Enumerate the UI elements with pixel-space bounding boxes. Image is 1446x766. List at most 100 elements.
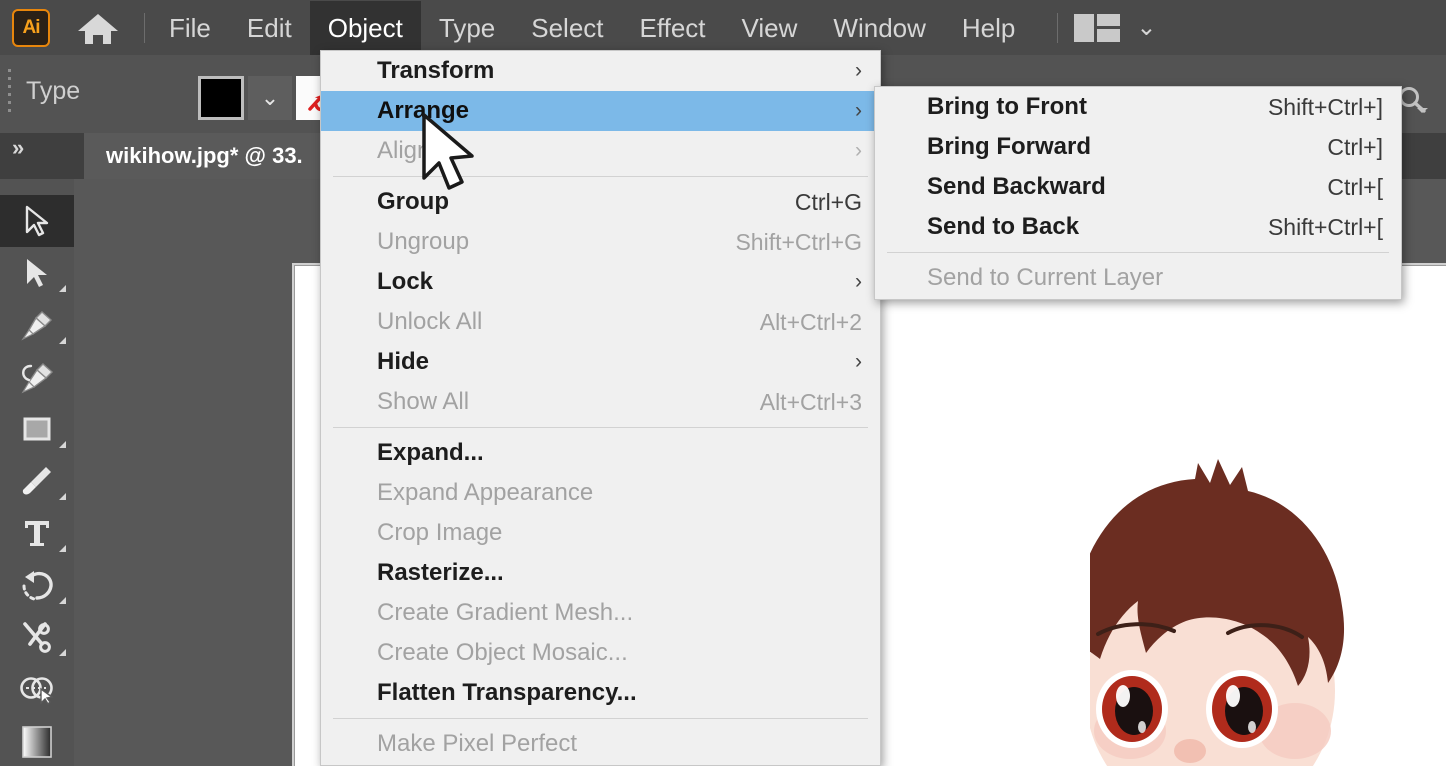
menu-item-label: Expand... <box>377 439 484 466</box>
scissors-tool[interactable] <box>0 611 74 663</box>
menu-item-lock[interactable]: Lock › <box>321 262 880 302</box>
menu-separator <box>887 252 1389 253</box>
fill-color-swatch[interactable] <box>198 76 244 120</box>
menu-item-shortcut: Alt+Ctrl+2 <box>759 308 862 335</box>
menu-item-label: Group <box>377 188 449 215</box>
chevron-down-icon[interactable]: ⌄ <box>1136 15 1156 40</box>
tool-flyout-indicator[interactable] <box>59 597 66 604</box>
curvature-tool[interactable] <box>0 351 74 403</box>
arrange-submenu[interactable]: Bring to Front Shift+Ctrl+] Bring Forwar… <box>874 86 1402 300</box>
menu-item-label: Arrange <box>377 97 470 124</box>
menu-item-unlock-all: Unlock All Alt+Ctrl+2 <box>321 302 880 342</box>
menu-item-label: Flatten Transparency... <box>377 679 637 706</box>
menu-item-label: Transform <box>377 57 495 84</box>
menu-item-label: Create Gradient Mesh... <box>377 599 634 626</box>
menu-item-transform[interactable]: Transform › <box>321 51 880 91</box>
document-tab-wikihow[interactable]: wikihow.jpg* @ 33. <box>84 133 325 179</box>
menu-item-label: Ungroup <box>377 228 470 255</box>
control-bar-label: Type <box>26 77 81 105</box>
tool-flyout-indicator[interactable] <box>59 441 66 448</box>
tools-panel <box>0 179 74 766</box>
menu-file[interactable]: File <box>151 1 229 55</box>
menu-object[interactable]: Object <box>309 0 421 55</box>
tools-panel-grip[interactable] <box>0 179 74 195</box>
menu-item-shortcut: Alt+Ctrl+3 <box>759 388 862 415</box>
gradient-tool[interactable] <box>0 715 74 766</box>
shape-builder-tool[interactable] <box>0 663 74 715</box>
menu-item-bring-to-front[interactable]: Bring to Front Shift+Ctrl+] <box>875 87 1401 127</box>
menu-item-group[interactable]: Group Ctrl+G <box>321 182 880 222</box>
menu-item-send-to-current-layer: Send to Current Layer <box>875 258 1401 298</box>
menu-item-align: Align › <box>321 131 880 171</box>
menu-item-shortcut: Ctrl+G <box>794 188 862 215</box>
menu-help[interactable]: Help <box>944 1 1033 55</box>
rotate-tool[interactable] <box>0 559 74 611</box>
tool-flyout-indicator[interactable] <box>59 337 66 344</box>
menubar-divider <box>144 12 145 43</box>
menu-item-shortcut: Ctrl+] <box>1327 133 1383 160</box>
menu-item-rasterize[interactable]: Rasterize... <box>321 553 880 593</box>
menu-item-create-gradient-mesh: Create Gradient Mesh... <box>321 593 880 633</box>
control-bar-grip[interactable] <box>8 69 11 117</box>
illustrator-window: Ai File Edit Object Type Select Effect V… <box>0 0 1446 766</box>
menu-type[interactable]: Type <box>421 1 513 55</box>
chevron-right-icon: › <box>855 139 862 162</box>
menu-item-flatten-transparency[interactable]: Flatten Transparency... <box>321 673 880 713</box>
chevron-right-icon: › <box>855 99 862 122</box>
menubar-divider-2 <box>1057 12 1059 43</box>
pen-tool[interactable] <box>0 299 74 351</box>
menu-item-send-backward[interactable]: Send Backward Ctrl+[ <box>875 167 1401 207</box>
menu-item-create-object-mosaic: Create Object Mosaic... <box>321 633 880 673</box>
menu-separator <box>333 176 868 177</box>
paintbrush-tool[interactable] <box>0 455 74 507</box>
menu-item-label: Bring to Front <box>927 93 1087 120</box>
tool-flyout-indicator[interactable] <box>59 649 66 656</box>
menu-item-bring-forward[interactable]: Bring Forward Ctrl+] <box>875 127 1401 167</box>
menu-item-show-all: Show All Alt+Ctrl+3 <box>321 382 880 422</box>
menu-item-label: Send to Current Layer <box>927 264 1164 291</box>
object-dropdown-menu[interactable]: Transform › Arrange › Align › Group Ctrl… <box>320 50 881 766</box>
menu-item-label: Make Pixel Perfect <box>377 730 578 757</box>
menu-item-label: Send Backward <box>927 173 1106 200</box>
menu-view[interactable]: View <box>724 1 816 55</box>
menu-item-expand[interactable]: Expand... <box>321 433 880 473</box>
ai-app-logo: Ai <box>12 8 50 47</box>
menu-item-label: Expand Appearance <box>377 479 594 506</box>
direct-selection-tool[interactable] <box>0 247 74 299</box>
type-tool[interactable] <box>0 507 74 559</box>
menu-item-arrange[interactable]: Arrange › <box>321 91 880 131</box>
menu-item-label: Crop Image <box>377 519 503 546</box>
menu-item-label: Show All <box>377 388 470 415</box>
menu-item-hide[interactable]: Hide › <box>321 342 880 382</box>
menu-select[interactable]: Select <box>513 1 621 55</box>
layout-panels-icon[interactable] <box>1074 13 1121 42</box>
tool-flyout-indicator[interactable] <box>59 545 66 552</box>
fill-chevron-down-icon[interactable]: ⌄ <box>248 76 292 120</box>
menu-effect[interactable]: Effect <box>622 1 724 55</box>
selection-tool[interactable] <box>0 195 74 247</box>
character-artwork <box>1090 459 1344 766</box>
menu-item-ungroup: Ungroup Shift+Ctrl+G <box>321 222 880 262</box>
tool-flyout-indicator[interactable] <box>59 493 66 500</box>
menu-separator <box>333 427 868 428</box>
menu-item-shortcut: Shift+Ctrl+] <box>1267 93 1383 120</box>
menu-bar: Ai File Edit Object Type Select Effect V… <box>0 0 1446 55</box>
menu-item-label: Create Object Mosaic... <box>377 639 628 666</box>
menu-item-send-to-back[interactable]: Send to Back Shift+Ctrl+[ <box>875 207 1401 247</box>
menu-edit[interactable]: Edit <box>229 1 310 55</box>
menu-item-shortcut: Shift+Ctrl+G <box>735 228 862 255</box>
chevron-right-icon: › <box>855 59 862 82</box>
rectangle-tool[interactable] <box>0 403 74 455</box>
tool-flyout-indicator[interactable] <box>59 285 66 292</box>
menu-item-shortcut: Ctrl+[ <box>1327 173 1383 200</box>
menu-item-label: Unlock All <box>377 308 483 335</box>
menu-item-label: Send to Back <box>927 213 1080 240</box>
home-icon[interactable] <box>76 8 120 48</box>
chevron-right-icon: › <box>855 350 862 373</box>
menu-item-expand-appearance: Expand Appearance <box>321 473 880 513</box>
menu-window[interactable]: Window <box>815 1 943 55</box>
menu-item-label: Hide <box>377 348 430 375</box>
expand-panels-button[interactable]: » <box>0 133 78 179</box>
menu-item-make-pixel-perfect: Make Pixel Perfect <box>321 724 880 764</box>
menu-item-shortcut: Shift+Ctrl+[ <box>1267 213 1383 240</box>
